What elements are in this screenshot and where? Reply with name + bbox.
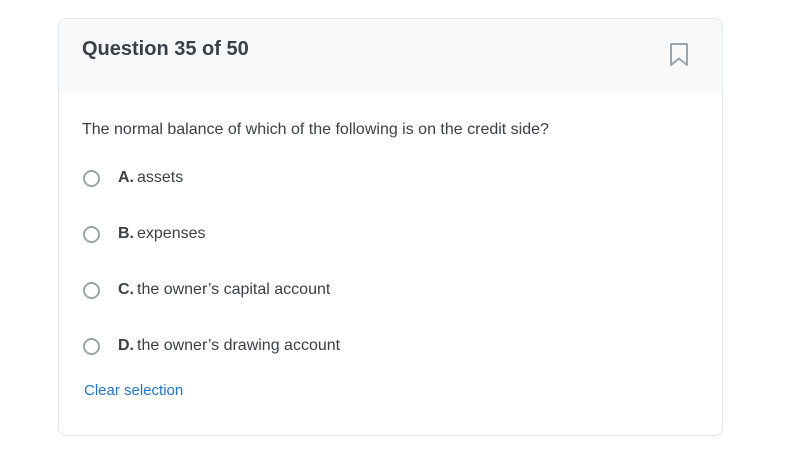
- option-text: the owner’s drawing account: [137, 337, 341, 354]
- option-letter: A.: [118, 169, 134, 186]
- question-card: Question 35 of 50 The normal balance of …: [58, 18, 723, 436]
- option-b[interactable]: B. expenses: [83, 222, 206, 246]
- question-header: Question 35 of 50: [59, 19, 722, 92]
- bookmark-icon[interactable]: [668, 42, 690, 68]
- clear-selection-link[interactable]: Clear selection: [84, 382, 183, 399]
- radio-button[interactable]: [83, 225, 100, 243]
- option-text: the owner’s capital account: [137, 281, 331, 298]
- option-text: expenses: [137, 225, 206, 242]
- option-text: assets: [137, 169, 184, 186]
- option-d[interactable]: D. the owner’s drawing account: [83, 334, 340, 358]
- radio-button[interactable]: [83, 337, 100, 355]
- question-text: The normal balance of which of the follo…: [82, 121, 549, 138]
- question-title: Question 35 of 50: [82, 38, 249, 60]
- radio-button[interactable]: [83, 281, 100, 299]
- radio-button[interactable]: [83, 169, 100, 187]
- option-letter: C.: [118, 281, 134, 298]
- option-a[interactable]: A. assets: [83, 166, 183, 190]
- option-letter: D.: [118, 337, 134, 354]
- option-c[interactable]: C. the owner’s capital account: [83, 278, 330, 302]
- option-letter: B.: [118, 225, 134, 242]
